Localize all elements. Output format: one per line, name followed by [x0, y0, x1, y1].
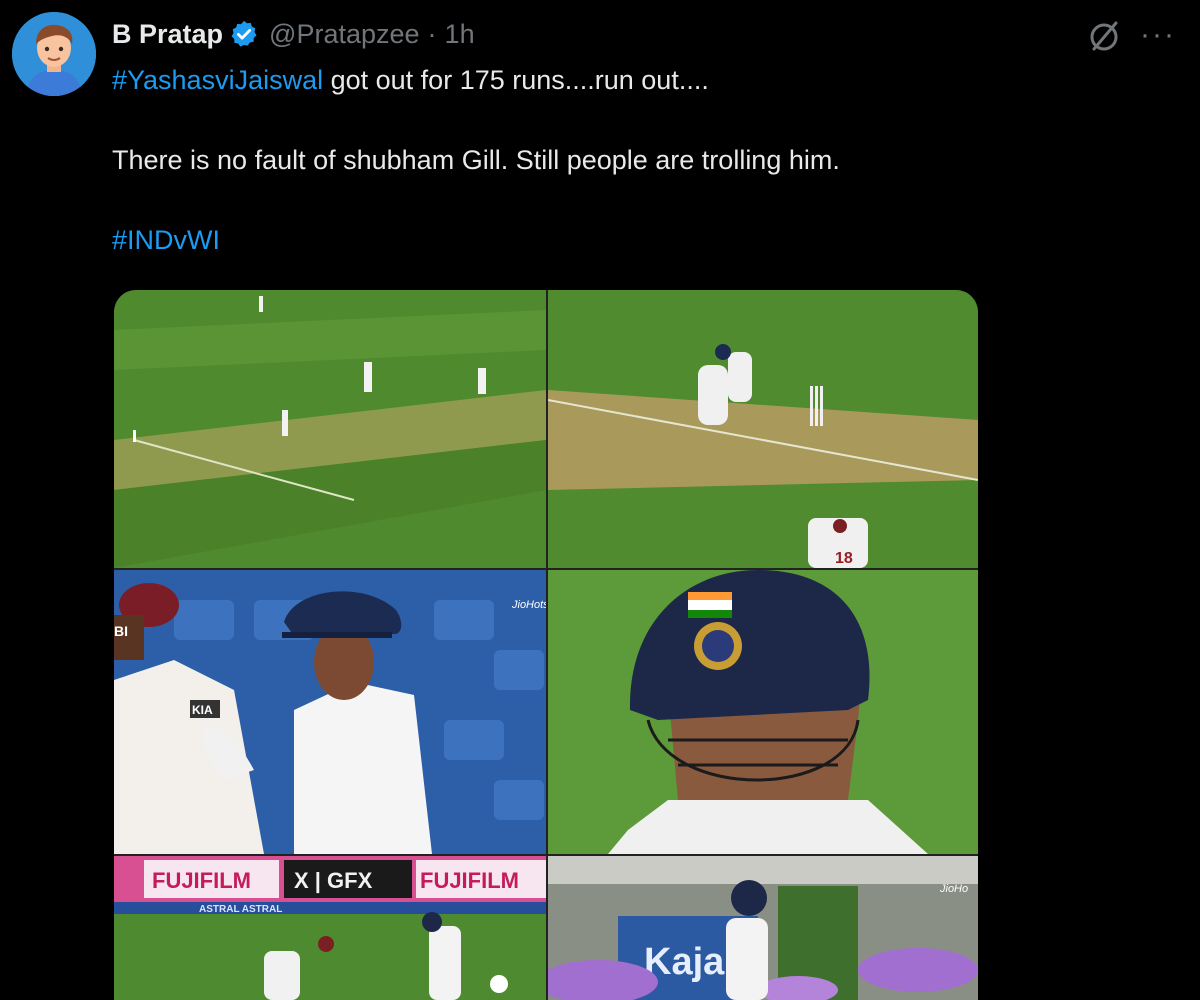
- media-image-4[interactable]: [548, 570, 978, 854]
- post-text-line1-body: got out for 175 runs....run out....: [323, 65, 709, 95]
- jersey-number: 18: [835, 550, 853, 567]
- sponsor-badge: KIA: [192, 703, 213, 717]
- media-image-3[interactable]: BI KIA JioHotstar: [114, 570, 546, 854]
- batter-closeup-image: BI KIA JioHotstar: [114, 570, 546, 854]
- post-text-line1: #YashasviJaiswal got out for 175 runs...…: [112, 60, 1112, 100]
- media-image-6[interactable]: Kajar JioHo: [548, 856, 978, 1000]
- post-time[interactable]: 1h: [445, 19, 475, 50]
- media-image-5[interactable]: FUJIFILM X | GFX FUJIFILM ASTRAL ASTRAL: [114, 856, 546, 1000]
- media-grid[interactable]: 18 BI KIA JioHotstar: [114, 290, 978, 1000]
- watermark-short: JioHo: [939, 883, 968, 895]
- walk-off-image: Kajar JioHo: [548, 856, 978, 1000]
- runout-image: 18: [548, 290, 978, 568]
- author-name[interactable]: B Pratap: [112, 19, 223, 50]
- board-left: FUJIFILM: [152, 868, 251, 893]
- pitch-wide-image: [114, 290, 546, 568]
- separator-dot: ·: [427, 18, 437, 49]
- media-image-1[interactable]: [114, 290, 546, 568]
- board-strip: ASTRAL ASTRAL: [199, 904, 282, 915]
- board-right: FUJIFILM: [420, 868, 519, 893]
- avatar-icon: [12, 12, 96, 96]
- avatar[interactable]: [12, 12, 96, 96]
- post-text-line2: There is no fault of shubham Gill. Still…: [112, 145, 840, 175]
- hashtag-link[interactable]: #YashasviJaiswal: [112, 65, 323, 95]
- gill-closeup-image: [548, 570, 978, 854]
- boundary-ads-image: FUJIFILM X | GFX FUJIFILM ASTRAL ASTRAL: [114, 856, 546, 1000]
- stand-text: Kajar: [644, 941, 739, 983]
- left-edge-badge: BI: [114, 623, 128, 639]
- grok-icon[interactable]: [1086, 18, 1122, 54]
- post-text: #YashasviJaiswal got out for 175 runs...…: [112, 60, 1112, 260]
- board-mid: X | GFX: [294, 868, 373, 893]
- more-icon[interactable]: ···: [1140, 20, 1176, 50]
- verified-badge-icon[interactable]: [229, 19, 259, 49]
- author-handle[interactable]: @Pratapzee: [269, 19, 420, 50]
- hashtag-link-2[interactable]: #INDvWI: [112, 225, 220, 255]
- post-header: B Pratap @Pratapzee · 1h: [112, 16, 475, 52]
- watermark: JioHotstar: [511, 599, 546, 611]
- media-image-2[interactable]: 18: [548, 290, 978, 568]
